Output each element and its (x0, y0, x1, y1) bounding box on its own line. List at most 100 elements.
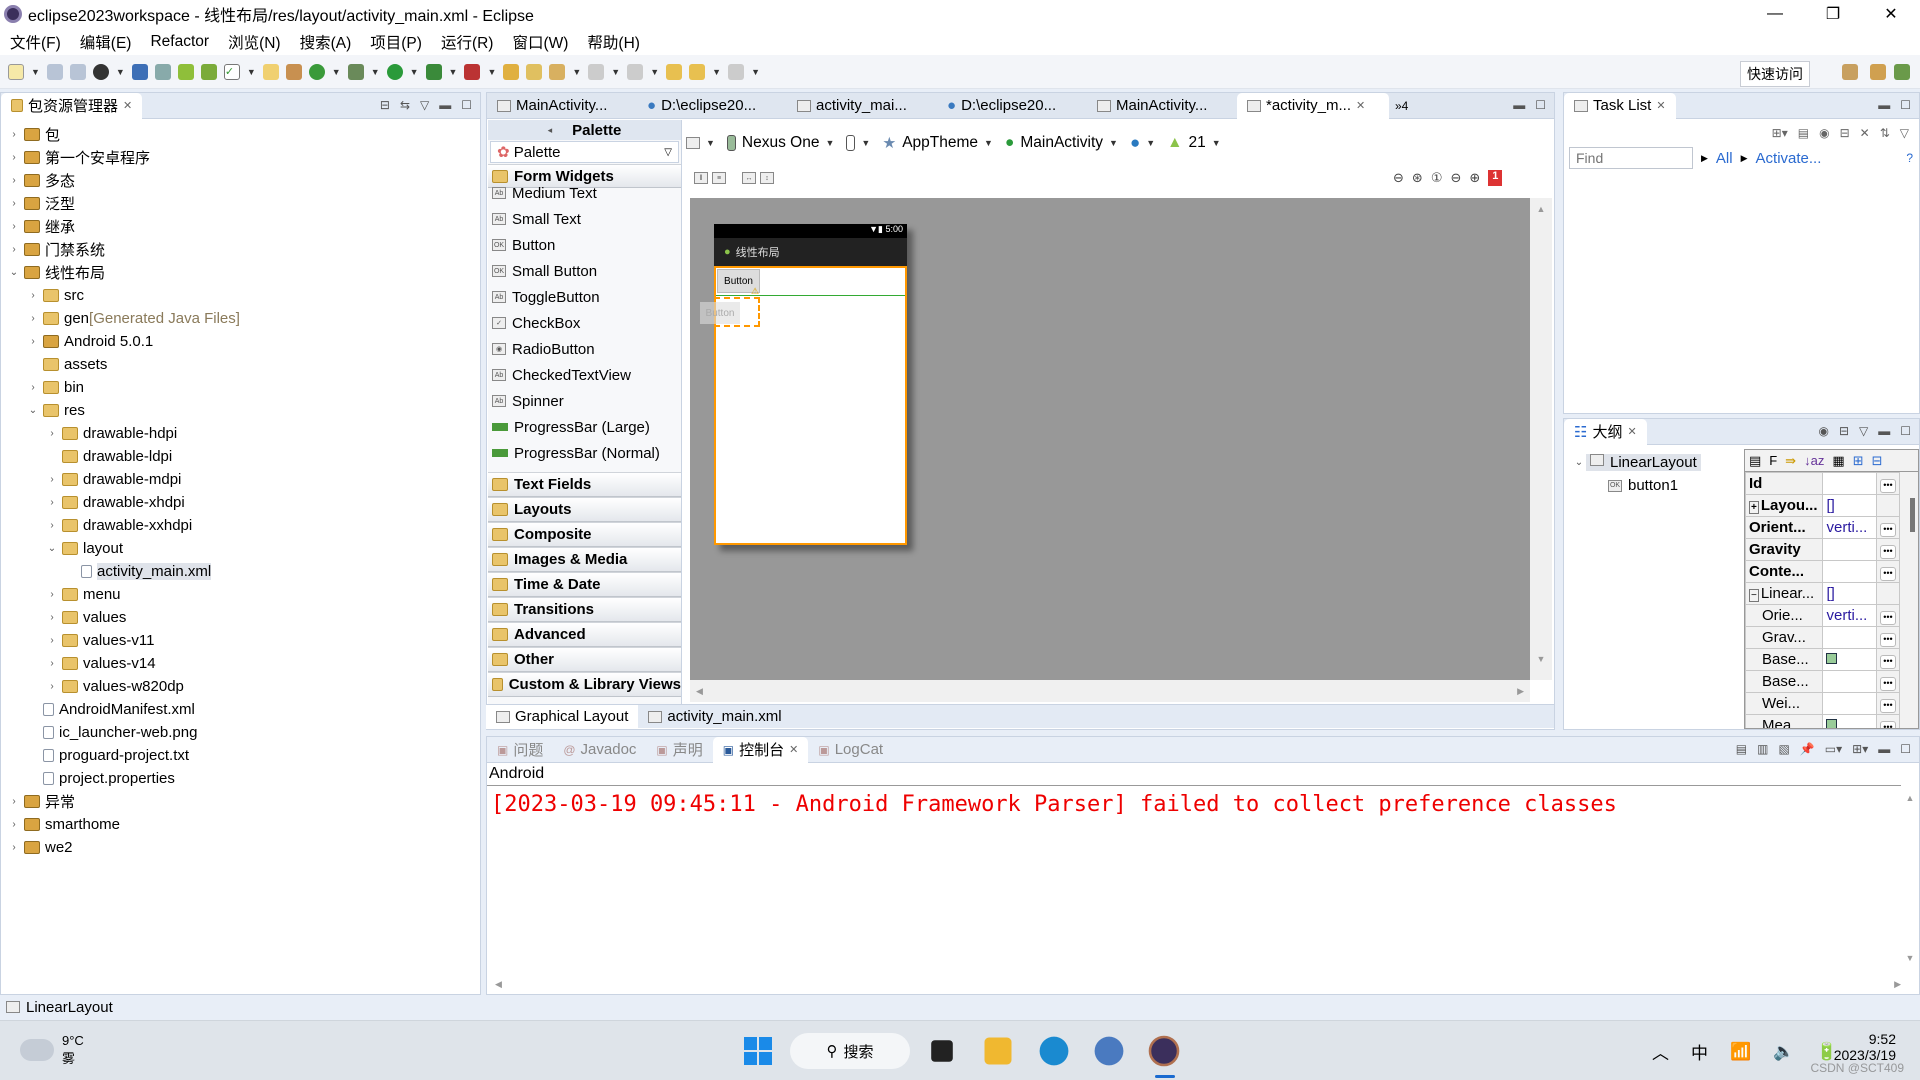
zoom-real-icon[interactable]: ⊛ (1412, 170, 1423, 186)
chevron-right-icon[interactable]: › (45, 589, 59, 600)
palette-category[interactable]: Images & Media (488, 547, 681, 572)
scroll-lock-icon[interactable]: ▥ (1757, 742, 1768, 756)
minimize-button[interactable]: — (1746, 0, 1804, 28)
avd-icon[interactable] (200, 63, 217, 80)
ellipsis-button[interactable]: ••• (1879, 610, 1896, 625)
maximize-icon[interactable]: ☐ (1900, 424, 1911, 438)
tab-task-list[interactable]: Task List ✕ (1564, 92, 1676, 119)
console-vertical-scrollbar[interactable]: ▲ ▼ (1901, 793, 1919, 973)
chevron-right-icon[interactable]: › (45, 681, 59, 692)
api-level-dropdown[interactable]: ▲ 21 ▼ (1167, 134, 1221, 152)
editor-tab[interactable]: MainActivity... (1087, 93, 1237, 119)
console-tab[interactable]: ▣ LogCat (808, 737, 893, 763)
tree-item[interactable]: › Android 5.0.1 (1, 330, 480, 353)
chevron-right-icon[interactable]: › (26, 313, 40, 324)
zoom-out-icon[interactable]: ⊖ (1450, 170, 1461, 186)
palette-category[interactable]: Custom & Library Views (488, 672, 681, 697)
fill-width-icon[interactable]: ↔ (742, 172, 756, 184)
property-value[interactable]: verti... (1826, 607, 1867, 624)
checkbox-icon[interactable] (1826, 653, 1838, 664)
chevron-up-icon[interactable]: ︿ (1652, 1039, 1669, 1064)
last-edit-icon[interactable] (666, 63, 683, 80)
close-button[interactable]: ✕ (1862, 0, 1920, 28)
java-perspective-icon[interactable] (1870, 64, 1886, 80)
tree-item[interactable]: › drawable-xhdpi (1, 491, 480, 514)
zoom-100-icon[interactable]: ① (1431, 170, 1443, 186)
palette-category[interactable]: Composite (488, 522, 681, 547)
property-row[interactable]: Mea... ••• (1745, 714, 1901, 728)
tab-outline[interactable]: ☷ 大纲 ✕ (1564, 418, 1647, 445)
editor-tab[interactable]: activity_mai... (787, 93, 937, 119)
zoom-in-icon[interactable]: ⊕ (1469, 170, 1480, 186)
open-console-icon[interactable]: ⊞▾ (1852, 742, 1868, 756)
collapse-icon[interactable]: ⊟ (1840, 126, 1850, 140)
tree-item[interactable]: proguard-project.txt (1, 744, 480, 767)
tree-item[interactable]: › drawable-xxhdpi (1, 514, 480, 537)
palette-category[interactable]: Other (488, 647, 681, 672)
palette-item[interactable]: ✓ CheckBox (488, 310, 681, 336)
palette-category[interactable]: Advanced (488, 622, 681, 647)
new-android-icon[interactable] (262, 63, 279, 80)
lint-check-icon[interactable]: ✓ (223, 63, 240, 80)
fill-height-icon[interactable]: ↕ (760, 172, 774, 184)
clock[interactable]: 9:52 2023/3/19 (1834, 1031, 1896, 1063)
chevron-right-icon[interactable]: › (45, 520, 59, 531)
property-row[interactable]: Orie... verti... ••• (1745, 604, 1901, 627)
palette-item[interactable]: Ab Medium Text (488, 180, 681, 206)
tree-item[interactable]: › gen [Generated Java Files] (1, 307, 480, 330)
file-explorer-icon[interactable] (984, 1037, 1012, 1065)
property-value[interactable]: [] (1826, 497, 1834, 514)
tree-item[interactable]: › bin (1, 376, 480, 399)
property-row[interactable]: Base... ••• (1745, 670, 1901, 693)
property-row[interactable]: Orient... verti... ••• (1745, 516, 1901, 539)
link-editor-icon[interactable]: ⇆ (400, 98, 410, 112)
start-button[interactable] (740, 1033, 776, 1069)
back-icon[interactable] (689, 63, 706, 80)
menu-run[interactable]: 运行(R) (441, 31, 494, 53)
maximize-icon[interactable]: ☐ (1900, 742, 1911, 756)
close-icon[interactable]: ✕ (1627, 425, 1636, 438)
ellipsis-button[interactable]: ••• (1879, 544, 1896, 559)
chevron-right-icon[interactable]: › (45, 497, 59, 508)
tree-item[interactable]: › drawable-mdpi (1, 468, 480, 491)
package-icon[interactable] (285, 63, 302, 80)
canvas-horizontal-scrollbar[interactable]: ◀ ▶ (690, 680, 1530, 702)
palette-item[interactable]: Ab Spinner (488, 388, 681, 414)
property-row[interactable]: Gravity ••• (1745, 538, 1901, 561)
chevron-right-icon[interactable]: › (45, 474, 59, 485)
collapse-all-icon[interactable]: ⊟ (380, 98, 390, 112)
focus-icon[interactable]: ◉ (1819, 126, 1829, 140)
edge-icon[interactable] (1039, 1036, 1069, 1066)
tree-item[interactable]: › 第一个安卓程序 (1, 146, 480, 169)
chevron-right-icon[interactable]: › (26, 336, 40, 347)
activity-dropdown[interactable]: ● MainActivity ▼ (1005, 134, 1118, 152)
next-annotation-icon[interactable] (588, 63, 605, 80)
debug-icon[interactable] (347, 63, 364, 80)
palette-category[interactable]: Time & Date (488, 572, 681, 597)
property-row[interactable]: Id ••• (1745, 472, 1901, 495)
layout-vertical-icon[interactable]: ≡ (712, 172, 726, 184)
chevron-right-icon[interactable]: › (45, 658, 59, 669)
forward-icon[interactable] (728, 63, 745, 80)
property-row[interactable]: Conte... ••• (1745, 560, 1901, 583)
sort-az-icon[interactable]: ↓az (1804, 453, 1824, 468)
tree-item[interactable]: › values-w820dp (1, 675, 480, 698)
ellipsis-button[interactable]: ••• (1879, 676, 1896, 691)
close-icon[interactable]: ✕ (1656, 99, 1665, 112)
pen-icon[interactable] (154, 63, 171, 80)
tree-item[interactable]: › 泛型 (1, 192, 480, 215)
palette-item[interactable]: Ab CheckedTextView (488, 362, 681, 388)
collapse-icon[interactable]: ⊟ (1839, 424, 1849, 438)
console-tab[interactable]: ▣ 问题 (487, 737, 553, 763)
tree-item[interactable]: project.properties (1, 767, 480, 790)
app-icon[interactable] (1094, 1036, 1124, 1066)
wifi-icon[interactable]: 📶 (1730, 1042, 1751, 1062)
monitor-icon[interactable] (131, 63, 148, 80)
palette-item[interactable]: OK Small Button (488, 258, 681, 284)
maximize-button[interactable]: ❐ (1804, 0, 1862, 28)
categorize-icon[interactable]: ▤ (1798, 126, 1809, 140)
advanced-icon[interactable]: ▦ (1832, 453, 1844, 469)
palette-category[interactable]: Layouts (488, 497, 681, 522)
theme-dropdown[interactable]: ★ AppTheme ▼ (882, 134, 993, 153)
find-input[interactable] (1569, 147, 1693, 169)
